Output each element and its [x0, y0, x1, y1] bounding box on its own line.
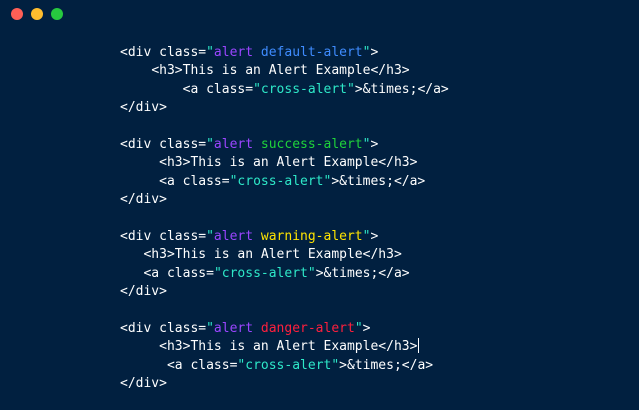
code-line: </div> [120, 283, 449, 301]
code-line: <h3>This is an Alert Example</h3> [120, 62, 449, 80]
code-token: <div class= [120, 228, 207, 244]
code-token: </div> [120, 100, 167, 116]
maximize-button[interactable] [51, 8, 63, 20]
code-token: <a class= [182, 81, 254, 97]
code-editor[interactable]: <div class="alert default-alert"> <h3>Th… [120, 44, 449, 393]
code-token: alert [213, 136, 261, 152]
code-token: </div> [120, 376, 167, 392]
text-cursor [418, 338, 420, 354]
code-line: </div> [120, 99, 449, 117]
code-token: alert [213, 320, 261, 336]
code-token: >&times;</a> [315, 265, 410, 281]
code-line: <a class="cross-alert">&times;</a> [120, 173, 449, 191]
code-token: <h3>This is an Alert Example</h3> [151, 63, 410, 79]
code-token: > [370, 136, 379, 152]
code-line: <div class="alert danger-alert"> [120, 320, 449, 338]
code-line: <a class="cross-alert">&times;</a> [120, 357, 449, 375]
code-line: <a class="cross-alert">&times;</a> [120, 81, 449, 99]
code-token: alert [213, 45, 261, 60]
code-token: <a class= [143, 265, 214, 281]
code-token: </div> [120, 192, 167, 208]
code-line: <div class="alert default-alert"> [120, 44, 449, 62]
code-token: " [206, 136, 214, 152]
code-token: <div class= [120, 45, 207, 60]
code-token: "cross-alert" [253, 81, 355, 97]
code-line: <div class="alert success-alert"> [120, 136, 449, 154]
code-token: " [206, 320, 214, 336]
code-token: success-alert [260, 136, 363, 152]
code-token: <div class= [120, 320, 207, 336]
code-line: <h3>This is an Alert Example</h3> [120, 338, 449, 356]
code-token: >&times;</a> [354, 81, 449, 97]
code-token: <a class= [159, 173, 230, 189]
code-token: "cross-alert" [237, 357, 340, 373]
code-token: >&times;</a> [339, 357, 434, 373]
code-line: <h3>This is an Alert Example</h3> [120, 154, 449, 172]
close-button[interactable] [11, 8, 23, 20]
code-token: warning-alert [260, 228, 363, 244]
code-line: </div> [120, 375, 449, 393]
window-controls [11, 8, 63, 20]
code-token: default-alert [260, 45, 363, 60]
code-token: " [206, 45, 214, 60]
code-token: <div class= [120, 136, 207, 152]
code-token: >&times;</a> [331, 173, 426, 189]
code-token: <h3>This is an Alert Example</h3> [159, 339, 418, 355]
code-token: > [370, 228, 379, 244]
code-line: <a class="cross-alert">&times;</a> [120, 265, 449, 283]
code-token: alert [213, 228, 261, 244]
code-line: <h3>This is an Alert Example</h3> [120, 246, 449, 264]
code-token: <h3>This is an Alert Example</h3> [143, 247, 402, 263]
code-token: "cross-alert" [229, 173, 332, 189]
code-token: </div> [120, 284, 167, 300]
code-token: " [354, 320, 363, 336]
minimize-button[interactable] [31, 8, 43, 20]
code-token: " [206, 228, 214, 244]
code-token: > [370, 45, 379, 60]
code-token: <h3>This is an Alert Example</h3> [159, 155, 418, 171]
code-line: </div> [120, 191, 449, 209]
code-window: <div class="alert default-alert"> <h3>Th… [0, 0, 639, 410]
code-token: > [362, 320, 371, 336]
code-line: <div class="alert warning-alert"> [120, 228, 449, 246]
code-token: "cross-alert" [213, 265, 316, 281]
code-token: <a class= [166, 357, 238, 373]
code-token: danger-alert [260, 320, 355, 336]
